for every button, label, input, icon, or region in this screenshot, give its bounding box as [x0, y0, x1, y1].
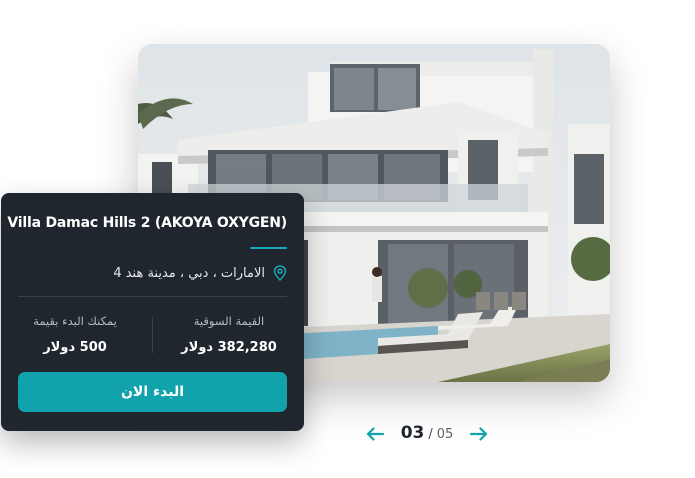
current-slide: 03	[400, 423, 425, 443]
start-now-button[interactable]: البدء الان	[18, 372, 287, 412]
counter-separator: /	[428, 427, 433, 442]
total-slides: 05	[436, 427, 454, 442]
market-value: 382,280 دولار	[181, 340, 277, 355]
start-value-label: يمكنك البدء بقيمة	[33, 314, 117, 328]
slide-counter: 03 / 05	[401, 423, 454, 443]
listing-title: Villa Damac Hills 2 (AKOYA OXYGEN)	[7, 215, 287, 231]
map-pin-icon	[273, 265, 287, 282]
arrow-left-icon[interactable]	[366, 426, 385, 441]
listing-location: الامارات ، دبي ، مدينة هند 4	[113, 265, 287, 282]
slide-pager: 03 / 05	[366, 421, 488, 445]
title-accent-line	[250, 247, 287, 249]
arrow-right-icon[interactable]	[469, 426, 488, 441]
market-value-label: القيمة السوقية	[193, 314, 265, 328]
location-text: الامارات ، دبي ، مدينة هند 4	[113, 265, 265, 281]
start-value-stat: يمكنك البدء بقيمة 500 دولار	[15, 314, 135, 355]
market-value-stat: القيمة السوقية 382,280 دولار	[169, 314, 289, 355]
start-value: 500 دولار	[43, 340, 107, 355]
listing-card: Villa Damac Hills 2 (AKOYA OXYGEN) الاما…	[1, 193, 304, 431]
card-divider	[18, 296, 287, 297]
stat-separator	[152, 317, 153, 353]
